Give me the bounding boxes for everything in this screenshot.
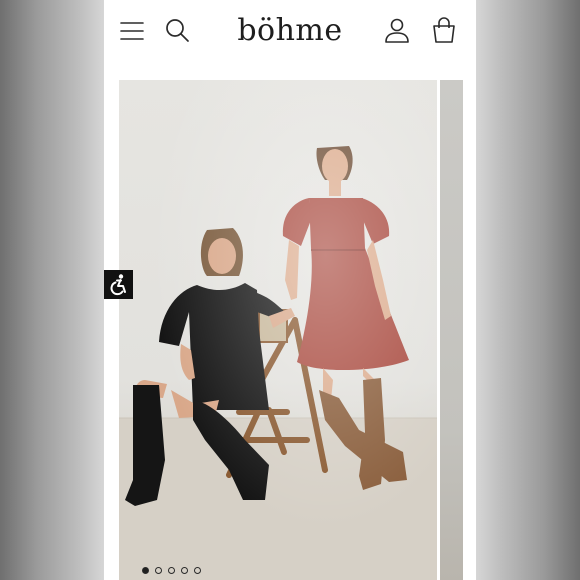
- next-product-photo-peek[interactable]: [440, 80, 463, 580]
- background-blur-right: [476, 0, 580, 580]
- background-blur-left: [0, 0, 104, 580]
- product-image-gallery[interactable]: [119, 80, 476, 580]
- account-icon[interactable]: [382, 16, 412, 46]
- gallery-dot-4[interactable]: [181, 567, 188, 574]
- lighting-overlay: [119, 80, 437, 580]
- brand-logo[interactable]: böhme: [104, 13, 476, 48]
- shopping-bag-icon[interactable]: [429, 16, 459, 46]
- gallery-dot-3[interactable]: [168, 567, 175, 574]
- gallery-dot-5[interactable]: [194, 567, 201, 574]
- mobile-page: böhme: [104, 0, 476, 580]
- accessibility-button[interactable]: [104, 270, 133, 299]
- gallery-dot-2[interactable]: [155, 567, 162, 574]
- gallery-pagination[interactable]: [142, 567, 201, 577]
- gallery-dot-1[interactable]: [142, 567, 149, 574]
- site-header: böhme: [104, 0, 476, 64]
- product-photo[interactable]: [119, 80, 437, 580]
- accessibility-icon: [110, 274, 126, 296]
